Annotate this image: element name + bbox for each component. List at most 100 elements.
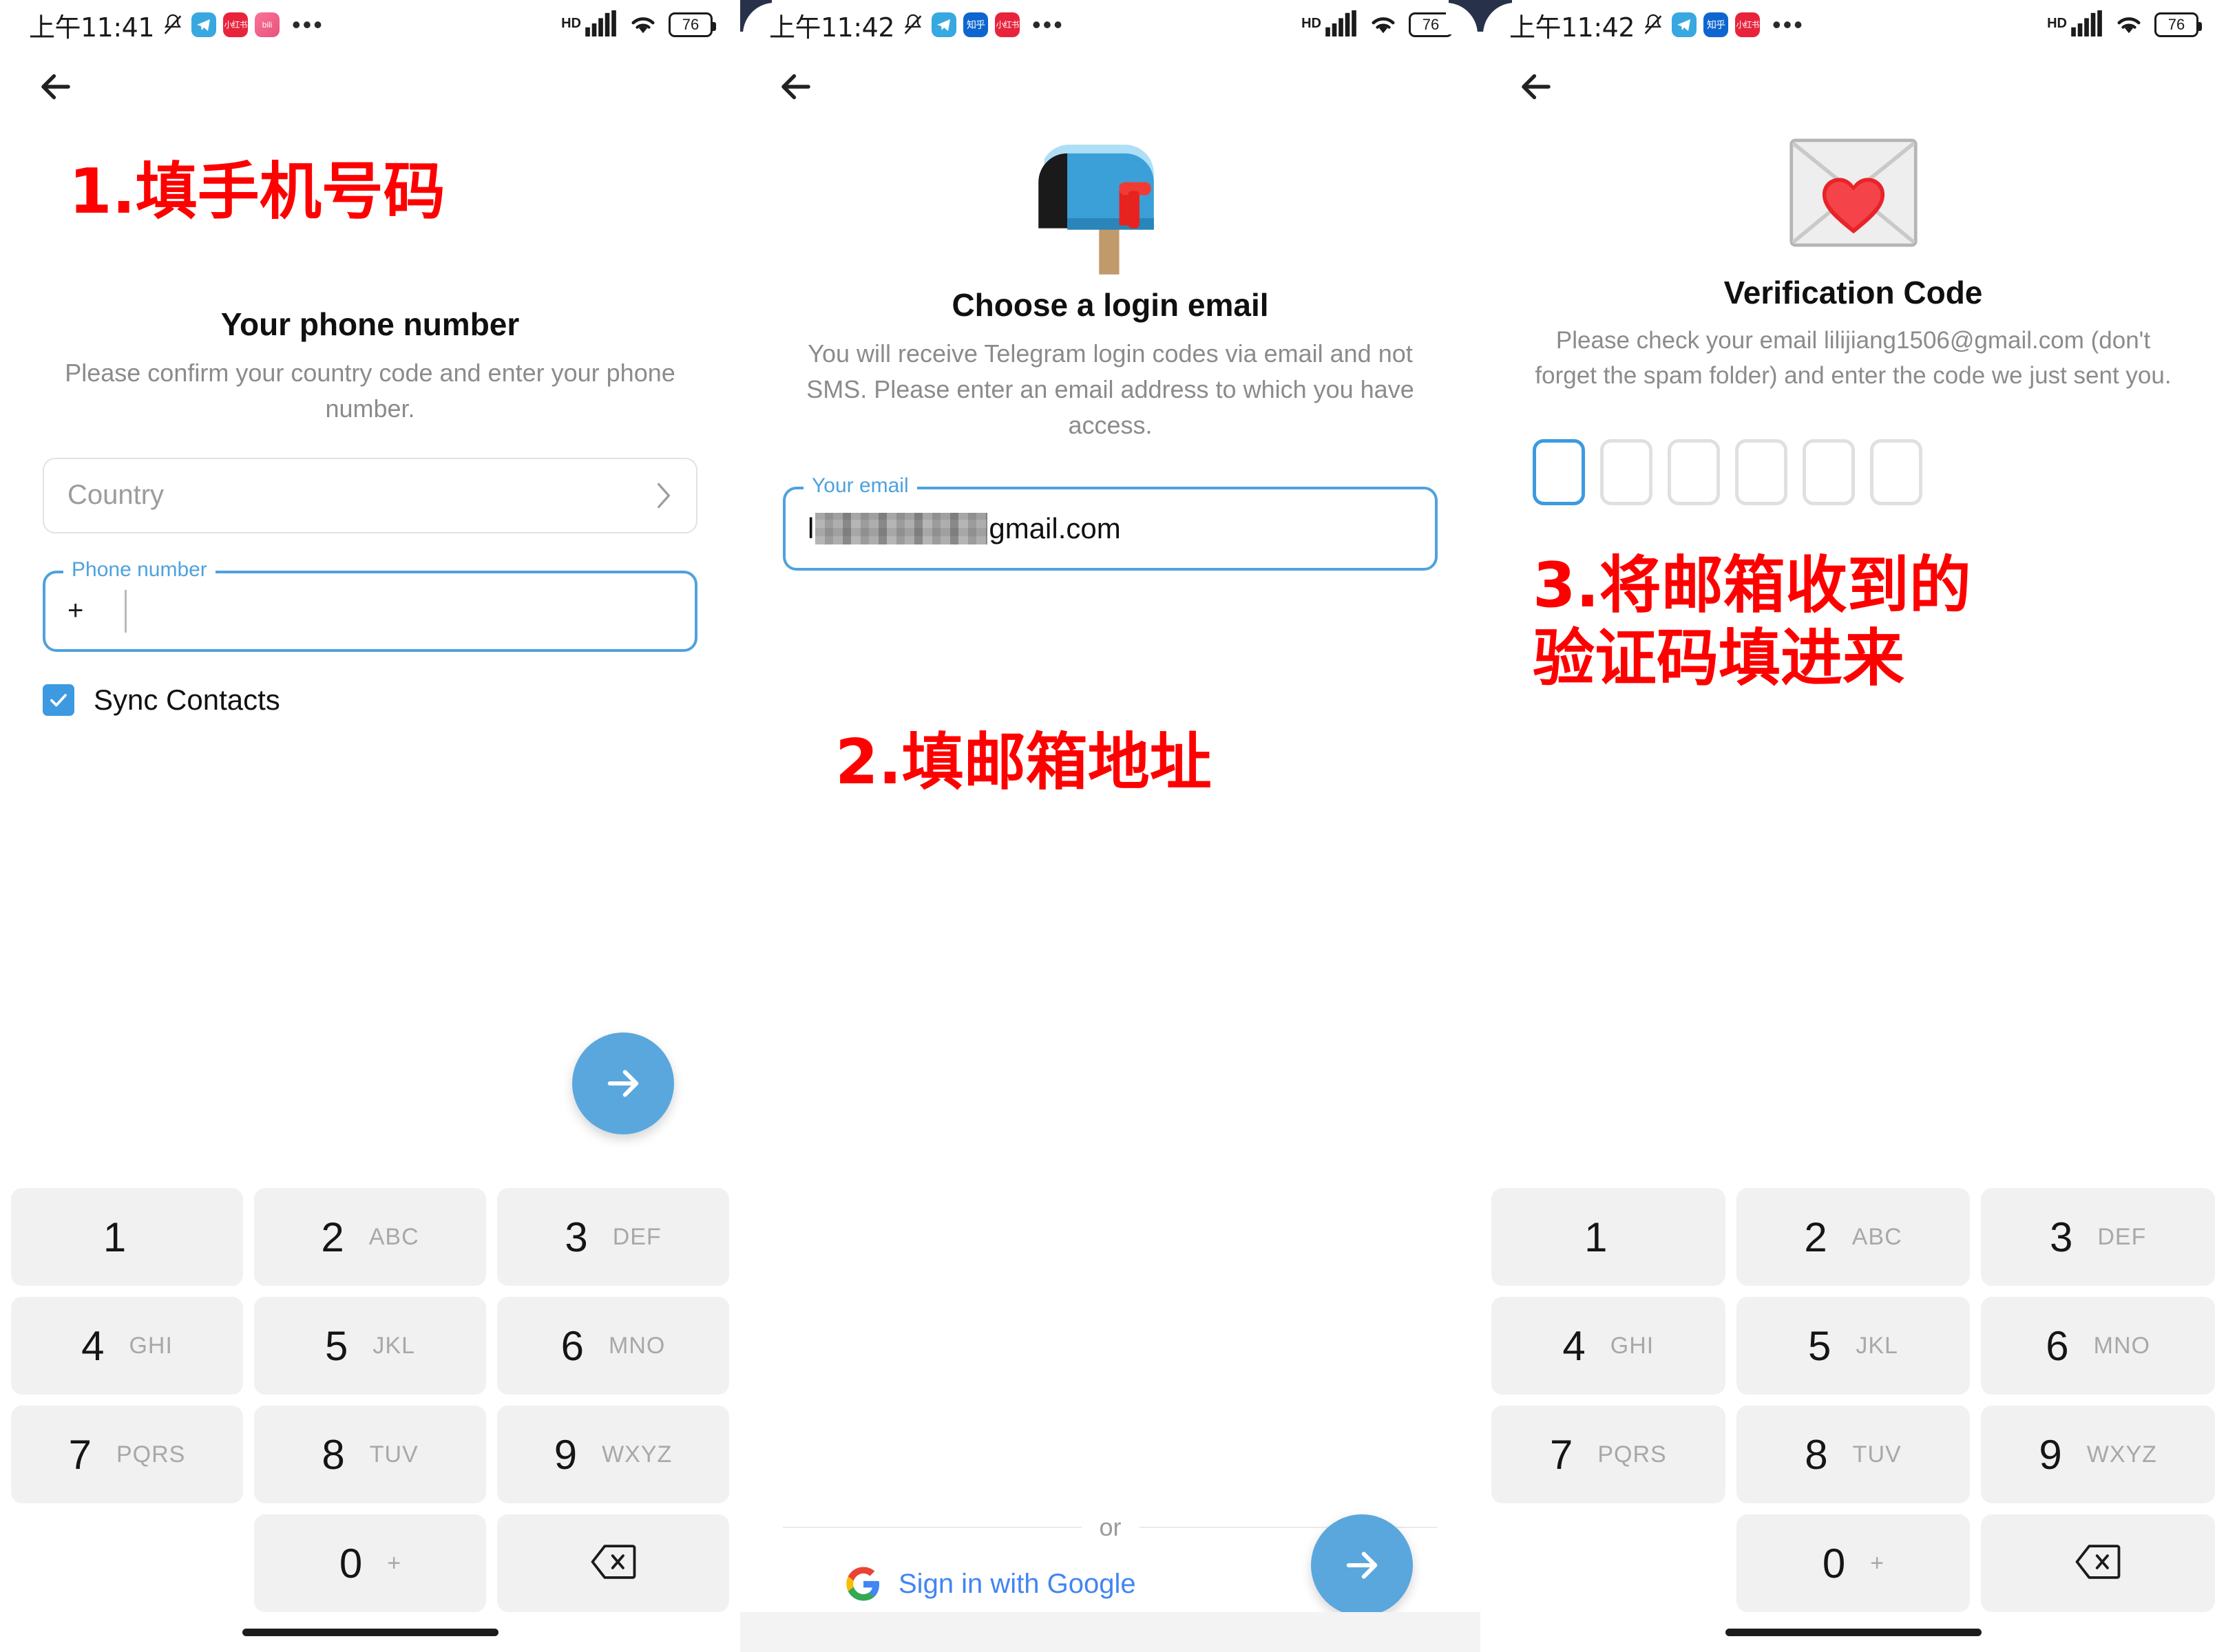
next-button[interactable] — [1311, 1514, 1413, 1616]
key-0[interactable]: 0 + — [254, 1514, 486, 1612]
key-digit: 7 — [1549, 1431, 1573, 1478]
key-letters: MNO — [609, 1332, 666, 1359]
back-arrow-icon[interactable] — [1515, 65, 1557, 108]
key-plus: + — [1870, 1549, 1884, 1576]
sync-contacts-checkbox[interactable] — [43, 684, 74, 716]
status-overflow-dots: ••• — [292, 10, 324, 39]
key-3[interactable]: 3 DEF — [497, 1188, 729, 1286]
code-input-1[interactable] — [1533, 438, 1585, 505]
step-annotation: 1.填手机号码 — [69, 156, 445, 228]
code-input-2[interactable] — [1600, 438, 1652, 505]
key-5[interactable]: 5 JKL — [1736, 1297, 1971, 1395]
panel-login-email: 上午11:42 知乎 小红书 ••• HD 76 Choose a login … — [740, 0, 1480, 1652]
next-button[interactable] — [572, 1032, 674, 1134]
page-title: Choose a login email — [952, 287, 1269, 323]
code-input-4[interactable] — [1735, 438, 1787, 505]
zhihu-app-icon: 知乎 — [963, 12, 989, 37]
key-7[interactable]: 7 PQRS — [11, 1406, 243, 1503]
status-bar: 上午11:42 知乎 小红书 ••• HD 76 — [1480, 0, 2226, 50]
home-indicator[interactable] — [242, 1628, 498, 1636]
key-2[interactable]: 2 ABC — [1736, 1188, 1971, 1286]
key-1[interactable]: 1 — [1491, 1188, 1725, 1286]
status-overflow-dots: ••• — [1032, 10, 1064, 39]
key-letters: WXYZ — [602, 1441, 673, 1468]
page-subtitle: You will receive Telegram login codes vi… — [806, 339, 1414, 440]
verification-code-inputs — [1523, 438, 2183, 505]
divider-line-left — [783, 1527, 1082, 1528]
key-8[interactable]: 8 TUV — [254, 1406, 486, 1503]
key-9[interactable]: 9 WXYZ — [497, 1406, 729, 1503]
sync-contacts-row[interactable]: Sync Contacts — [43, 684, 697, 717]
key-letters: JKL — [372, 1332, 415, 1359]
key-digit: 5 — [1808, 1322, 1831, 1369]
key-5[interactable]: 5 JKL — [254, 1297, 486, 1395]
status-overflow-dots: ••• — [1772, 10, 1805, 39]
back-arrow-icon[interactable] — [775, 65, 817, 108]
sync-contacts-label: Sync Contacts — [94, 683, 280, 716]
telegram-app-icon — [191, 12, 217, 37]
key-4[interactable]: 4 GHI — [1491, 1297, 1725, 1395]
country-selector[interactable]: Country — [43, 457, 697, 533]
key-backspace[interactable] — [497, 1514, 729, 1612]
key-digit: 5 — [325, 1322, 348, 1369]
key-6[interactable]: 6 MNO — [1981, 1297, 2215, 1395]
mute-bell-icon — [161, 12, 185, 38]
email-redacted-mask — [815, 512, 988, 544]
key-0[interactable]: 0 + — [1736, 1514, 1971, 1612]
key-digit: 3 — [565, 1214, 588, 1260]
status-bar: 上午11:41 小红书 bili ••• HD 76 — [0, 0, 740, 50]
key-digit: 6 — [560, 1322, 585, 1369]
key-digit: 0 — [339, 1540, 363, 1587]
status-bar: 上午11:42 知乎 小红书 ••• HD 76 — [740, 0, 1480, 50]
key-plus: + — [387, 1549, 401, 1576]
back-bar — [740, 50, 1480, 124]
key-digit: 1 — [103, 1214, 127, 1260]
email-field[interactable]: Your email l gmail.com — [783, 474, 1438, 571]
wifi-icon — [627, 10, 660, 40]
key-2[interactable]: 2 ABC — [254, 1188, 486, 1286]
or-label: or — [1099, 1513, 1122, 1541]
code-input-6[interactable] — [1870, 438, 1922, 505]
panel-content: Verification Code Please check your emai… — [1480, 124, 2226, 695]
back-bar — [0, 50, 740, 124]
key-9[interactable]: 9 WXYZ — [1981, 1406, 2215, 1503]
key-blank — [11, 1514, 243, 1612]
code-input-5[interactable] — [1803, 438, 1855, 505]
key-letters: DEF — [2097, 1223, 2147, 1250]
key-backspace[interactable] — [1981, 1514, 2215, 1612]
phone-number-label: Phone number — [63, 558, 216, 582]
home-indicator[interactable] — [1725, 1628, 1982, 1636]
key-digit: 8 — [1805, 1431, 1828, 1478]
backspace-icon — [591, 1544, 636, 1583]
key-6[interactable]: 6 MNO — [497, 1297, 729, 1395]
code-input-3[interactable] — [1668, 438, 1720, 505]
status-time: 上午11:42 — [1509, 12, 1635, 43]
key-letters: DEF — [612, 1223, 662, 1250]
system-nav-bar — [740, 1612, 1480, 1652]
key-letters: PQRS — [1597, 1441, 1667, 1468]
key-4[interactable]: 4 GHI — [11, 1297, 243, 1395]
phone-number-field[interactable]: Phone number + — [43, 558, 697, 652]
three-panel-screenshot: 上午11:41 小红书 bili ••• HD 76 1.填手机号码 Your … — [0, 0, 2226, 1652]
key-letters: TUV — [369, 1441, 419, 1468]
back-arrow-icon[interactable] — [34, 65, 77, 108]
key-digit: 1 — [1584, 1214, 1608, 1260]
wifi-icon — [2112, 10, 2145, 40]
wifi-icon — [1367, 10, 1400, 40]
key-7[interactable]: 7 PQRS — [1491, 1406, 1725, 1503]
page-title: Verification Code — [1723, 275, 1983, 310]
back-bar — [1480, 50, 2226, 124]
status-time: 上午11:42 — [769, 12, 895, 43]
chevron-right-icon — [655, 480, 673, 511]
panel-verification-code: 上午11:42 知乎 小红书 ••• HD 76 Verification Co… — [1480, 0, 2226, 1652]
key-letters: TUV — [1852, 1441, 1902, 1468]
key-3[interactable]: 3 DEF — [1981, 1188, 2215, 1286]
key-8[interactable]: 8 TUV — [1736, 1406, 1971, 1503]
google-button-label: Sign in with Google — [899, 1568, 1136, 1599]
sign-in-with-google-button[interactable]: Sign in with Google — [846, 1567, 1136, 1601]
battery-indicator: 76 — [2154, 12, 2202, 37]
panel-content: 1.填手机号码 Your phone number Please confirm… — [0, 156, 740, 717]
xiaohongshu-app-icon: 小红书 — [1735, 12, 1761, 37]
key-1[interactable]: 1 — [11, 1188, 243, 1286]
country-placeholder: Country — [67, 480, 165, 511]
